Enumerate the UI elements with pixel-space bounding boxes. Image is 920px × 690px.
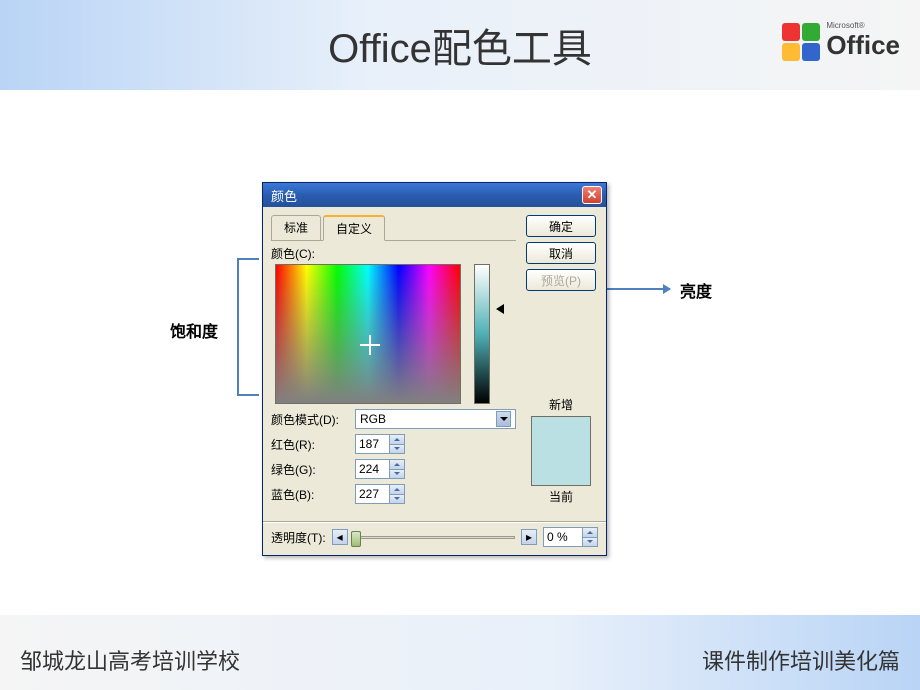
color-dialog: 颜色 ✕ 标准 自定义 颜色(C): 颜 xyxy=(262,182,607,556)
spin-down-icon[interactable] xyxy=(389,495,404,504)
separator xyxy=(263,521,606,523)
color-mode-label: 颜色模式(D): xyxy=(271,411,349,428)
transparency-label: 透明度(T): xyxy=(271,529,326,546)
spin-up-icon[interactable] xyxy=(582,528,597,538)
color-mode-select[interactable]: RGB xyxy=(355,409,516,429)
slide-header: Office配色工具 Microsoft® Office xyxy=(0,0,920,90)
spin-down-icon[interactable] xyxy=(582,538,597,547)
tab-standard[interactable]: 标准 xyxy=(271,215,321,240)
green-value: 224 xyxy=(356,460,389,478)
close-icon: ✕ xyxy=(587,187,598,203)
office-logo: Microsoft® Office xyxy=(782,22,900,61)
green-input[interactable]: 224 xyxy=(355,459,405,479)
annotation-saturation: 饱和度 xyxy=(170,318,218,342)
color-mode-value: RGB xyxy=(360,412,386,426)
transparency-slider[interactable] xyxy=(354,536,515,539)
luminance-indicator-icon[interactable] xyxy=(496,304,504,314)
spin-up-icon[interactable] xyxy=(389,460,404,470)
footer-left: 邹城龙山高考培训学校 xyxy=(20,644,240,676)
transparency-input[interactable]: 0 % xyxy=(543,527,598,547)
cancel-button[interactable]: 取消 xyxy=(526,242,596,264)
footer-right: 课件制作培训美化篇 xyxy=(702,644,900,676)
logo-text: Office xyxy=(826,30,900,61)
green-label: 绿色(G): xyxy=(271,461,349,478)
color-label: 颜色(C): xyxy=(271,245,516,262)
dialog-title: 颜色 xyxy=(271,186,582,205)
office-squares-icon xyxy=(782,23,820,61)
preview-button[interactable]: 预览(P) xyxy=(526,269,596,291)
red-input[interactable]: 187 xyxy=(355,434,405,454)
slide-title: Office配色工具 xyxy=(328,16,592,74)
tab-custom[interactable]: 自定义 xyxy=(323,215,385,241)
red-label: 红色(R): xyxy=(271,436,349,453)
saturation-bracket xyxy=(237,258,259,396)
current-color-label: 当前 xyxy=(549,488,573,505)
dialog-titlebar[interactable]: 颜色 ✕ xyxy=(263,183,606,207)
slide-footer: 邹城龙山高考培训学校 课件制作培训美化篇 xyxy=(0,615,920,690)
color-field[interactable] xyxy=(275,264,461,404)
crosshair-icon xyxy=(364,339,376,351)
blue-input[interactable]: 227 xyxy=(355,484,405,504)
annotation-luminance: 亮度 xyxy=(680,278,712,302)
slide-body: 饱和度 亮度 颜色 ✕ 标准 自定义 颜色(C): xyxy=(0,90,920,600)
luminance-slider[interactable] xyxy=(474,264,490,404)
spin-down-icon[interactable] xyxy=(389,445,404,454)
color-preview-swatch xyxy=(531,416,591,486)
blue-value: 227 xyxy=(356,485,389,503)
transparency-value: 0 % xyxy=(544,528,582,546)
slider-thumb[interactable] xyxy=(351,531,361,547)
blue-label: 蓝色(B): xyxy=(271,486,349,503)
logo-brand: Microsoft® xyxy=(826,22,900,30)
tab-strip: 标准 自定义 xyxy=(271,215,516,241)
slider-right-button[interactable]: ▸ xyxy=(521,529,537,545)
red-value: 187 xyxy=(356,435,389,453)
dropdown-icon[interactable] xyxy=(496,411,511,427)
spin-up-icon[interactable] xyxy=(389,485,404,495)
spin-up-icon[interactable] xyxy=(389,435,404,445)
ok-button[interactable]: 确定 xyxy=(526,215,596,237)
new-color-label: 新增 xyxy=(549,396,573,413)
slider-left-button[interactable]: ◂ xyxy=(332,529,348,545)
spin-down-icon[interactable] xyxy=(389,470,404,479)
close-button[interactable]: ✕ xyxy=(582,186,602,204)
